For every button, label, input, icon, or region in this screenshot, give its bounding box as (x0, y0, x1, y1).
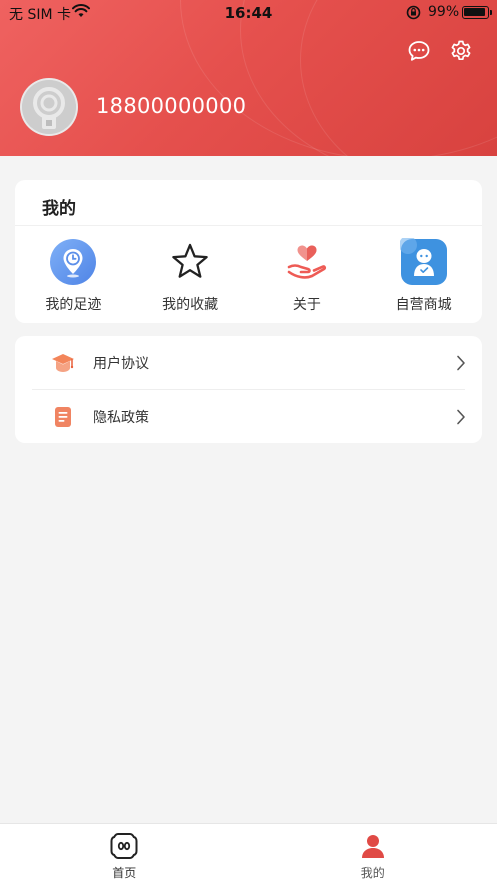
star-icon (166, 238, 214, 286)
profile-header: 无 SIM 卡 16:44 99% 18800000000 (0, 0, 497, 156)
document-icon (50, 404, 76, 430)
privacy-policy-label: 隐私政策 (93, 409, 149, 426)
tab-mine-label: 我的 (360, 866, 385, 880)
footprint-button[interactable]: 我的足迹 (15, 238, 132, 314)
favorites-button[interactable]: 我的收藏 (132, 238, 249, 314)
user-agreement-row[interactable]: 用户协议 (15, 336, 482, 389)
mall-label: 自营商城 (395, 297, 452, 313)
footprint-label: 我的足迹 (45, 297, 102, 313)
heart-hand-icon (283, 238, 331, 286)
avatar[interactable] (20, 78, 78, 136)
settings-icon[interactable] (448, 38, 474, 64)
menu-card: 用户协议 隐私政策 (15, 336, 482, 443)
about-button[interactable]: 关于 (249, 238, 366, 314)
tab-mine[interactable]: 我的 (249, 824, 497, 883)
about-label: 关于 (292, 297, 321, 313)
mine-grid: 我的足迹 我的收藏 关于 自营商城 (15, 238, 482, 314)
home-icon (110, 832, 138, 860)
tab-home-label: 首页 (112, 866, 137, 880)
footprint-icon (49, 238, 97, 286)
status-bar: 无 SIM 卡 16:44 99% (0, 0, 497, 26)
robot-icon (399, 238, 448, 286)
battery-icon (462, 6, 492, 19)
chevron-right-icon (454, 355, 468, 370)
mall-button[interactable]: 自营商城 (365, 238, 482, 314)
favorites-label: 我的收藏 (162, 297, 219, 313)
battery-percent: 99% (428, 4, 460, 20)
tab-bar: 首页 我的 (0, 823, 497, 883)
profile-icon (359, 832, 387, 860)
chevron-right-icon (454, 409, 468, 424)
clock: 16:44 (224, 4, 273, 22)
graduation-cap-icon (50, 350, 76, 376)
mine-title: 我的 (42, 199, 76, 219)
tab-home[interactable]: 首页 (0, 824, 249, 883)
privacy-policy-row[interactable]: 隐私政策 (15, 390, 482, 443)
orientation-lock-icon (406, 5, 421, 24)
default-avatar-icon (22, 80, 76, 134)
message-icon[interactable] (406, 38, 432, 64)
divider (15, 225, 482, 226)
user-agreement-label: 用户协议 (93, 355, 149, 372)
user-phone: 18800000000 (96, 94, 247, 118)
mine-card: 我的 我的足迹 我的收藏 关于 自营商城 (15, 180, 482, 323)
